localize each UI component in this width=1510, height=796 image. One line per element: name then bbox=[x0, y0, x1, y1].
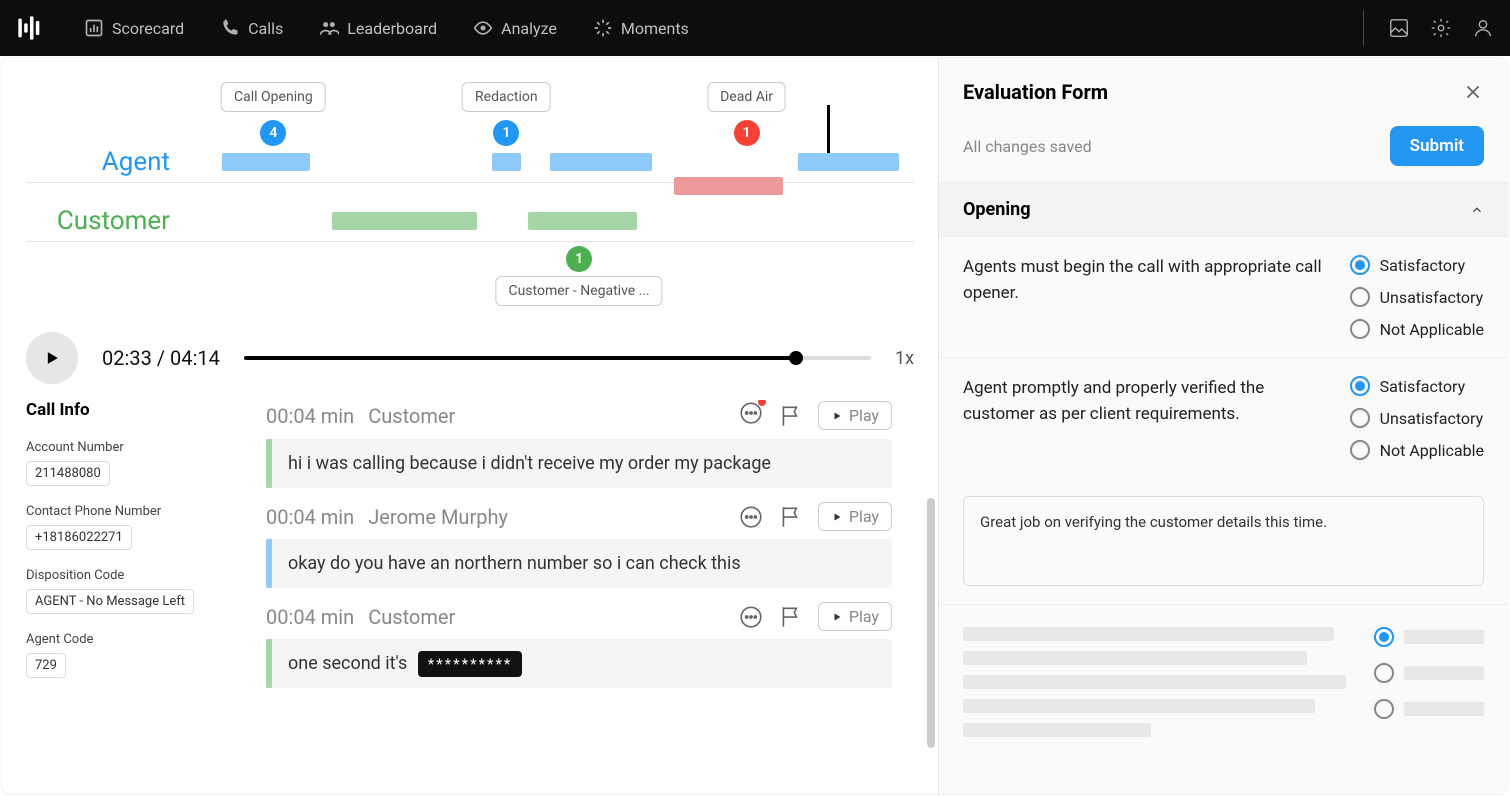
disposition-value[interactable]: AGENT - No Message Left bbox=[26, 589, 194, 614]
marker-count: 1 bbox=[493, 120, 519, 146]
marker-customer-negative[interactable]: Customer - Negative ... bbox=[495, 276, 662, 306]
marker-redaction[interactable]: Redaction bbox=[462, 82, 551, 112]
transcript-text: okay do you have an northern number so i… bbox=[266, 539, 892, 588]
section-title: Opening bbox=[963, 199, 1030, 220]
play-segment-button[interactable]: Play bbox=[818, 401, 892, 430]
nav-analyze[interactable]: Analyze bbox=[473, 18, 557, 38]
progress-bar[interactable] bbox=[244, 356, 871, 360]
option-unsatisfactory[interactable]: Unsatisfactory bbox=[1350, 287, 1484, 307]
play-segment-button[interactable]: Play bbox=[818, 502, 892, 531]
agent-code-label: Agent Code bbox=[26, 632, 236, 647]
bar-chart-icon bbox=[84, 18, 104, 38]
image-icon[interactable] bbox=[1388, 17, 1410, 39]
transcript-entry: 00:04 min Customer Play bbox=[266, 400, 892, 488]
option-not-applicable[interactable]: Not Applicable bbox=[1350, 440, 1484, 460]
timeline-label-agent: Agent bbox=[26, 147, 186, 177]
people-icon bbox=[319, 18, 339, 38]
eval-question: Agents must begin the call with appropri… bbox=[939, 237, 1508, 358]
nav-label: Scorecard bbox=[112, 19, 184, 38]
transcript-speaker: Jerome Murphy bbox=[368, 505, 508, 529]
close-icon[interactable] bbox=[1462, 81, 1484, 103]
account-number-value[interactable]: 211488080 bbox=[26, 461, 110, 486]
flag-icon[interactable] bbox=[778, 604, 804, 630]
transcript-speaker: Customer bbox=[368, 404, 455, 428]
marker-dead-air[interactable]: Dead Air bbox=[707, 82, 786, 112]
option-not-applicable[interactable]: Not Applicable bbox=[1350, 319, 1484, 339]
chevron-up-icon bbox=[1470, 203, 1484, 217]
transcript-time: 00:04 min bbox=[266, 605, 354, 629]
call-info-title: Call Info bbox=[26, 400, 236, 420]
marker-call-opening[interactable]: Call Opening bbox=[221, 82, 326, 112]
account-number-label: Account Number bbox=[26, 440, 236, 455]
flag-icon[interactable] bbox=[778, 403, 804, 429]
marker-count: 1 bbox=[734, 120, 760, 146]
agent-code-value[interactable]: 729 bbox=[26, 653, 66, 678]
phone-value[interactable]: +18186022271 bbox=[26, 525, 132, 550]
phone-label: Contact Phone Number bbox=[26, 504, 236, 519]
transcript-list: 00:04 min Customer Play bbox=[266, 400, 914, 760]
evaluation-panel: Evaluation Form All changes saved Submit… bbox=[938, 58, 1508, 794]
top-navbar: Scorecard Calls Leaderboard Analyze Mome… bbox=[0, 0, 1510, 56]
phone-icon bbox=[220, 18, 240, 38]
comment-icon[interactable] bbox=[738, 604, 764, 630]
eval-question: Agent promptly and properly verified the… bbox=[939, 358, 1508, 478]
transcript-time: 00:04 min bbox=[266, 404, 354, 428]
option-unsatisfactory[interactable]: Unsatisfactory bbox=[1350, 408, 1484, 428]
comment-icon[interactable] bbox=[738, 400, 764, 431]
redacted-text: ********** bbox=[418, 651, 523, 677]
user-icon[interactable] bbox=[1472, 17, 1494, 39]
transcript-entry: 00:04 min Customer Play one second bbox=[266, 602, 892, 688]
option-satisfactory[interactable]: Satisfactory bbox=[1350, 376, 1484, 396]
marker-count: 4 bbox=[260, 120, 286, 146]
nav-calls[interactable]: Calls bbox=[220, 18, 283, 38]
timeline-label-customer: Customer bbox=[26, 206, 186, 236]
comment-icon[interactable] bbox=[738, 504, 764, 530]
playback-speed[interactable]: 1x bbox=[895, 348, 914, 369]
eval-question-skeleton bbox=[939, 609, 1508, 755]
playhead[interactable] bbox=[827, 105, 830, 153]
gear-icon[interactable] bbox=[1430, 17, 1452, 39]
transcript-speaker: Customer bbox=[368, 605, 455, 629]
nav-label: Moments bbox=[621, 19, 689, 38]
save-status: All changes saved bbox=[963, 137, 1092, 156]
eye-icon bbox=[473, 18, 493, 38]
scrollbar[interactable] bbox=[927, 498, 935, 748]
section-opening[interactable]: Opening bbox=[939, 183, 1508, 237]
nav-label: Leaderboard bbox=[347, 19, 437, 38]
transcript-time: 00:04 min bbox=[266, 505, 354, 529]
panel-title: Evaluation Form bbox=[963, 80, 1108, 104]
marker-count: 1 bbox=[566, 246, 592, 272]
app-logo[interactable] bbox=[16, 14, 44, 42]
playback-time: 02:33 / 04:14 bbox=[102, 346, 220, 370]
question-text: Agent promptly and properly verified the… bbox=[963, 376, 1330, 460]
sparkle-icon bbox=[593, 18, 613, 38]
play-button[interactable] bbox=[26, 332, 78, 384]
nav-label: Calls bbox=[248, 19, 283, 38]
transcript-text: hi i was calling because i didn't receiv… bbox=[266, 439, 892, 488]
call-info-panel: Call Info Account Number 211488080 Conta… bbox=[26, 400, 236, 760]
nav-label: Analyze bbox=[501, 19, 557, 38]
play-segment-button[interactable]: Play bbox=[818, 602, 892, 631]
submit-button[interactable]: Submit bbox=[1390, 126, 1484, 166]
transcript-entry: 00:04 min Jerome Murphy Play okay do you… bbox=[266, 502, 892, 588]
audio-player: 02:33 / 04:14 1x bbox=[26, 332, 914, 384]
transcript-text: one second it's ********** bbox=[266, 639, 892, 688]
question-text: Agents must begin the call with appropri… bbox=[963, 255, 1330, 339]
nav-leaderboard[interactable]: Leaderboard bbox=[319, 18, 437, 38]
nav-moments[interactable]: Moments bbox=[593, 18, 689, 38]
comment-input[interactable]: Great job on verifying the customer deta… bbox=[963, 496, 1484, 586]
nav-scorecard[interactable]: Scorecard bbox=[84, 18, 184, 38]
option-satisfactory[interactable]: Satisfactory bbox=[1350, 255, 1484, 275]
call-timeline: Call Opening 4 Redaction 1 Dead Air 1 Ag… bbox=[26, 82, 914, 302]
flag-icon[interactable] bbox=[778, 504, 804, 530]
disposition-label: Disposition Code bbox=[26, 568, 236, 583]
